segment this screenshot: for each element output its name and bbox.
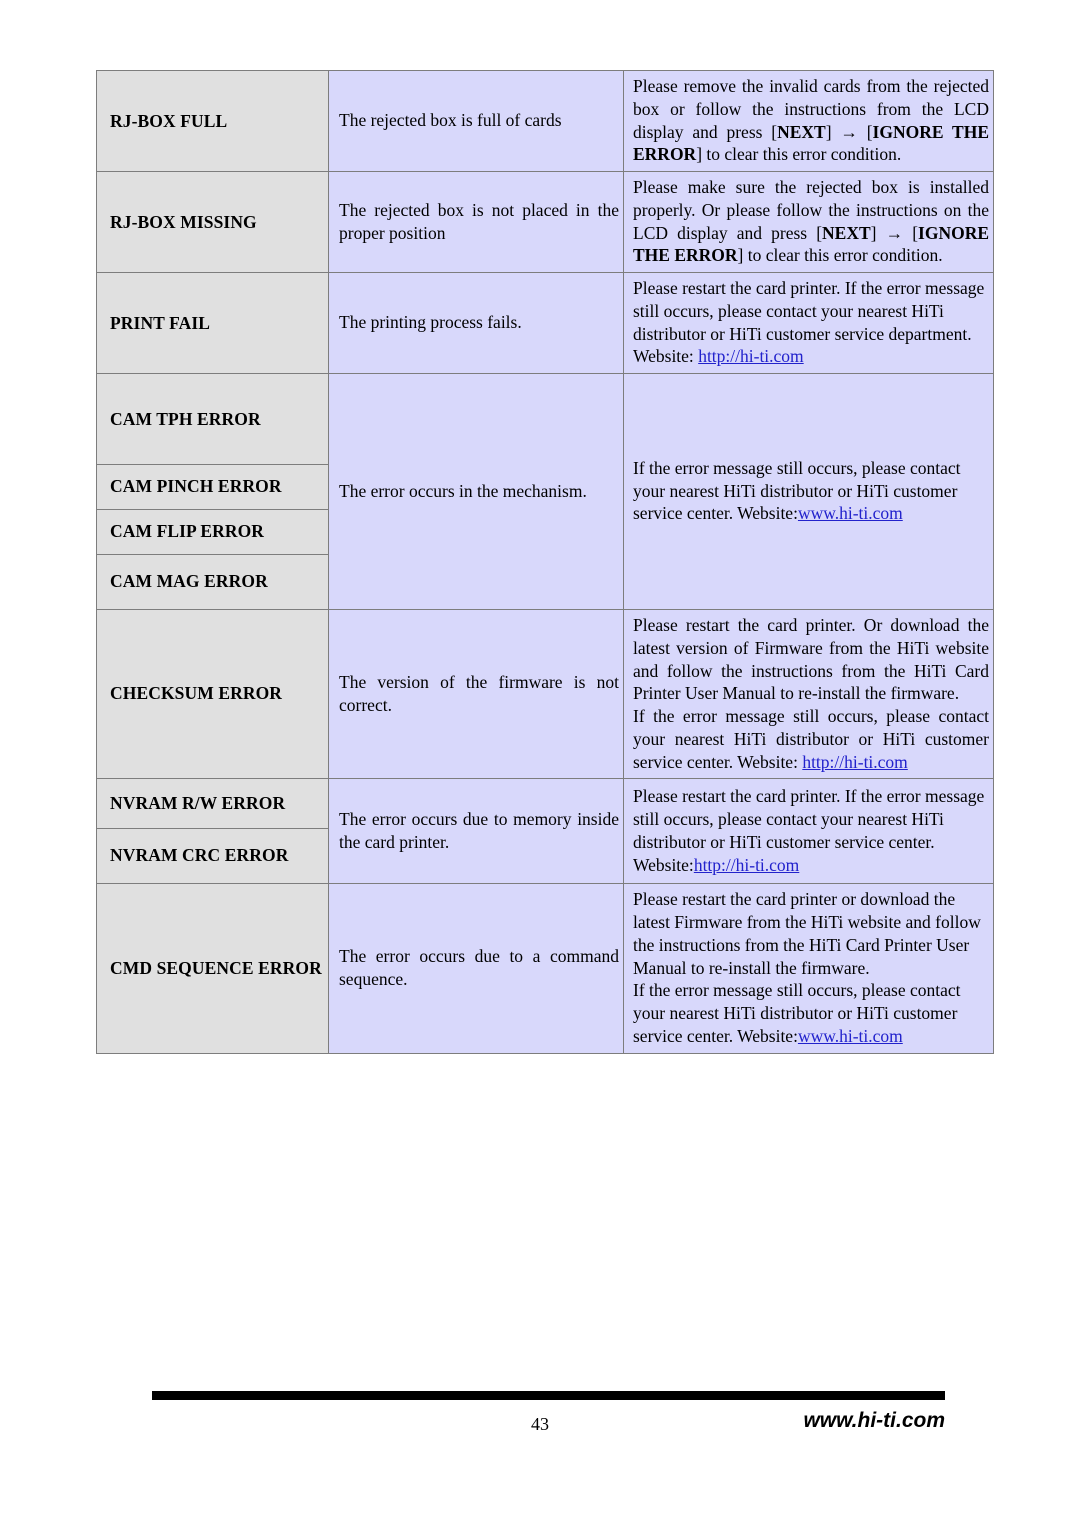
error-code-cell: CHECKSUM ERROR [96,608,329,780]
website-link[interactable]: http://hi-ti.com [802,752,907,772]
error-code-cell: RJ-BOX MISSING [96,171,329,273]
error-code-cell: NVRAM R/W ERROR [96,778,329,830]
error-description-cell: The rejected box is not placed in the pr… [328,171,624,273]
table-row: RJ-BOX MISSING The rejected box is not p… [96,171,994,273]
error-code-cell: CMD SEQUENCE ERROR [96,883,329,1054]
table-row: NVRAM R/W ERROR The error occurs due to … [96,778,994,885]
footer-website: www.hi-ti.com [803,1409,945,1432]
error-solution-cell: Please restart the card printer. If the … [623,778,994,885]
table-row: CAM TPH ERROR The error occurs in the me… [96,373,994,610]
error-description-cell: The error occurs in the mechanism. [328,373,624,610]
error-code-cell: RJ-BOX FULL [96,70,329,172]
document-page: RJ-BOX FULL The rejected box is full of … [0,0,1080,1528]
error-description-cell: The error occurs due to memory inside th… [328,778,624,885]
error-description-cell: The error occurs due to a command sequen… [328,883,624,1054]
website-link[interactable]: www.hi-ti.com [798,1026,903,1046]
solution-text-part: Please restart the card printer. If the … [633,278,985,367]
error-code-cell: CAM PINCH ERROR [96,464,329,510]
error-description-cell: The version of the firmware is not corre… [328,608,624,780]
error-code-table: RJ-BOX FULL The rejected box is full of … [96,70,994,1054]
error-code-cell: CAM TPH ERROR [96,373,329,465]
table-row: CMD SEQUENCE ERROR The error occurs due … [96,883,994,1054]
table-row: RJ-BOX FULL The rejected box is full of … [96,70,994,172]
solution-text-part: ] [870,222,886,243]
keypress-next: NEXT [822,222,871,243]
solution-text-part: ] [825,121,841,142]
arrow-icon: → [885,222,904,243]
footer-rule [152,1391,945,1400]
table-row: CHECKSUM ERROR The version of the firmwa… [96,608,994,780]
error-solution-cell: Please restart the card printer. Or down… [623,608,994,780]
error-description-cell: The rejected box is full of cards [328,70,624,172]
error-solution-cell: Please remove the invalid cards from the… [623,70,994,172]
error-code-cell: CAM MAG ERROR [96,554,329,610]
table-row: PRINT FAIL The printing process fails. P… [96,272,994,374]
solution-text-part: [ [903,222,919,243]
website-link[interactable]: www.hi-ti.com [798,503,903,523]
error-code-cell: NVRAM CRC ERROR [96,828,329,885]
solution-text-part: Please restart the card printer. If the … [633,786,985,875]
solution-text-part: ] to clear this error condition. [737,245,943,266]
website-link[interactable]: http://hi-ti.com [694,855,799,875]
solution-text-part: [ [857,121,873,142]
error-solution-cell: Please restart the card printer or downl… [623,883,994,1054]
website-link[interactable]: http://hi-ti.com [698,346,803,366]
solution-text-part: ] to clear this error condition. [696,144,902,165]
keypress-next: NEXT [777,121,826,142]
solution-text-part: If the error message still occurs, pleas… [633,457,961,524]
error-code-cell: PRINT FAIL [96,272,329,374]
error-solution-cell: Please restart the card printer. If the … [623,272,994,374]
arrow-icon: → [840,121,858,142]
error-code-cell: CAM FLIP ERROR [96,509,329,555]
error-solution-cell: If the error message still occurs, pleas… [623,373,994,610]
solution-paragraph-2: If the error message still occurs, pleas… [633,980,961,1046]
error-solution-cell: Please make sure the rejected box is ins… [623,171,994,273]
solution-paragraph-1: Please restart the card printer. Or down… [633,615,989,704]
solution-paragraph-1: Please restart the card printer or downl… [633,889,981,978]
error-description-cell: The printing process fails. [328,272,624,374]
